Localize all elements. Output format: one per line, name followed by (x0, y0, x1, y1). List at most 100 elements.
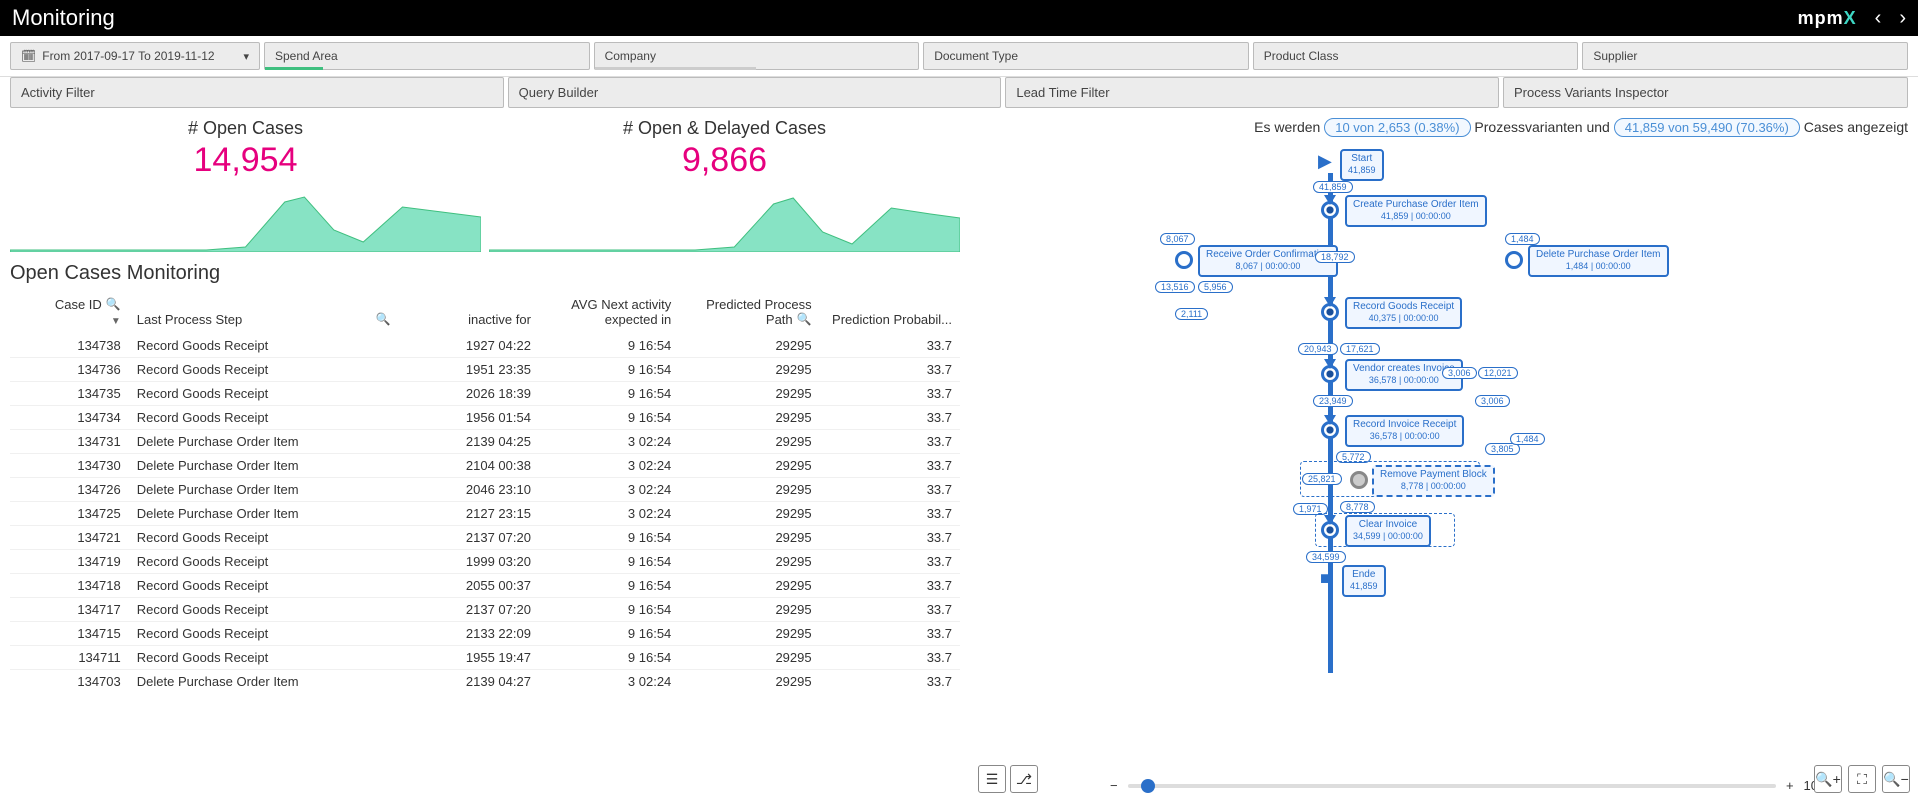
node-record-invoice[interactable]: Record Invoice Receipt 36,578 | 00:00:00 (1345, 415, 1464, 447)
cell-inactive: 2055 00:37 (399, 574, 539, 598)
process-graph[interactable]: ▶ Start41,859 41,859 Create Purchase Ord… (980, 143, 1908, 703)
table-row[interactable]: 134711 Record Goods Receipt 1955 19:47 9… (10, 646, 960, 670)
cell-step: Record Goods Receipt (129, 550, 399, 574)
graph-view-icon[interactable]: ⎇ (1010, 765, 1038, 793)
zoom-plus-icon[interactable]: + (1786, 778, 1794, 793)
product-class-filter[interactable]: Product Class (1253, 42, 1579, 70)
cell-inactive: 1955 19:47 (399, 646, 539, 670)
col-inactive[interactable]: inactive for (399, 291, 539, 334)
zoom-tools: 🔍+ ⛶ 🔍− (1814, 765, 1910, 793)
table-row[interactable]: 134735 Record Goods Receipt 2026 18:39 9… (10, 382, 960, 406)
activity-filter[interactable]: Activity Filter (10, 77, 504, 108)
search-icon[interactable]: 🔍 (797, 312, 812, 326)
edge-label: 5,956 (1198, 281, 1233, 293)
edge-label: 13,516 (1155, 281, 1195, 293)
variants-pill[interactable]: 10 von 2,653 (0.38%) (1324, 118, 1470, 137)
cell-avg: 9 16:54 (539, 550, 679, 574)
search-icon[interactable]: 🔍 (106, 297, 121, 311)
spend-area-filter[interactable]: Spend Area (264, 42, 590, 70)
query-builder[interactable]: Query Builder (508, 77, 1002, 108)
table-row[interactable]: 134730 Delete Purchase Order Item 2104 0… (10, 454, 960, 478)
table-row[interactable]: 134734 Record Goods Receipt 1956 01:54 9… (10, 406, 960, 430)
col-last-step[interactable]: Last Process Step🔍 (129, 291, 399, 334)
cell-step: Record Goods Receipt (129, 646, 399, 670)
edge-label: 23,949 (1313, 395, 1353, 407)
col-pred-prob[interactable]: Prediction Probabil... (820, 291, 960, 334)
nav-next-icon[interactable]: › (1899, 7, 1906, 30)
node-remove-block[interactable]: Remove Payment Block 8,778 | 00:00:00 (1372, 465, 1495, 497)
table-row[interactable]: 134726 Delete Purchase Order Item 2046 2… (10, 478, 960, 502)
cases-table: Case ID🔍▼ Last Process Step🔍 inactive fo… (10, 291, 960, 797)
company-filter[interactable]: Company (594, 42, 920, 70)
lead-time-filter[interactable]: Lead Time Filter (1005, 77, 1499, 108)
sort-desc-icon[interactable]: ▼ (111, 316, 121, 327)
table-row[interactable]: 134731 Delete Purchase Order Item 2139 0… (10, 430, 960, 454)
edge-label: 1,484 (1505, 233, 1540, 245)
zoom-slider[interactable]: − + 10 (1110, 778, 1818, 793)
sparkline-open (10, 182, 481, 252)
cell-inactive: 1999 03:20 (399, 550, 539, 574)
node-record-goods[interactable]: Record Goods Receipt 40,375 | 00:00:00 (1345, 297, 1462, 329)
cases-pill[interactable]: 41,859 von 59,490 (70.36%) (1614, 118, 1800, 137)
cell-avg: 3 02:24 (539, 430, 679, 454)
fullscreen-icon[interactable]: ⛶ (1848, 765, 1876, 793)
cell-path: 29295 (679, 526, 819, 550)
table-row[interactable]: 134725 Delete Purchase Order Item 2127 2… (10, 502, 960, 526)
search-icon[interactable]: 🔍 (376, 312, 391, 326)
node-circle[interactable] (1175, 251, 1193, 269)
zoom-in-icon[interactable]: 🔍+ (1814, 765, 1842, 793)
document-type-filter[interactable]: Document Type (923, 42, 1249, 70)
cell-step: Delete Purchase Order Item (129, 670, 399, 694)
main-content: # Open Cases 14,954 # Open & Delayed Cas… (0, 114, 1918, 801)
cell-path: 29295 (679, 502, 819, 526)
cell-avg: 9 16:54 (539, 622, 679, 646)
cell-path: 29295 (679, 646, 819, 670)
table-row[interactable]: 134717 Record Goods Receipt 2137 07:20 9… (10, 598, 960, 622)
cell-path: 29295 (679, 358, 819, 382)
col-avg-next[interactable]: AVG Next activity expected in (539, 291, 679, 334)
node-create-po[interactable]: Create Purchase Order Item 41,859 | 00:0… (1345, 195, 1487, 227)
cell-prob: 33.7 (820, 622, 960, 646)
cell-path: 29295 (679, 382, 819, 406)
cell-step: Record Goods Receipt (129, 622, 399, 646)
table-row[interactable]: 134721 Record Goods Receipt 2137 07:20 9… (10, 526, 960, 550)
cell-prob: 33.7 (820, 430, 960, 454)
table-row[interactable]: 134703 Delete Purchase Order Item 2139 0… (10, 670, 960, 694)
node-circle[interactable] (1505, 251, 1523, 269)
table-row[interactable]: 134738 Record Goods Receipt 1927 04:22 9… (10, 334, 960, 358)
col-predicted-path[interactable]: Predicted Process Path🔍 (679, 291, 819, 334)
node-end[interactable]: Ende41,859 (1342, 565, 1386, 597)
node-clear-invoice[interactable]: Clear Invoice 34,599 | 00:00:00 (1345, 515, 1431, 547)
node-delete-po[interactable]: Delete Purchase Order Item 1,484 | 00:00… (1528, 245, 1669, 277)
table-row[interactable]: 134719 Record Goods Receipt 1999 03:20 9… (10, 550, 960, 574)
cell-prob: 33.7 (820, 358, 960, 382)
cell-case-id: 134735 (10, 382, 129, 406)
table-row[interactable]: 134718 Record Goods Receipt 2055 00:37 9… (10, 574, 960, 598)
cell-step: Delete Purchase Order Item (129, 478, 399, 502)
process-variants-inspector[interactable]: Process Variants Inspector (1503, 77, 1908, 108)
nav-prev-icon[interactable]: ‹ (1875, 7, 1882, 30)
cell-prob: 33.7 (820, 478, 960, 502)
table-row[interactable]: 134715 Record Goods Receipt 2133 22:09 9… (10, 622, 960, 646)
col-case-id[interactable]: Case ID🔍▼ (10, 291, 129, 334)
cell-inactive: 2104 00:38 (399, 454, 539, 478)
cell-case-id: 134726 (10, 478, 129, 502)
list-view-icon[interactable]: ☰ (978, 765, 1006, 793)
sparkline-row (10, 182, 960, 252)
date-filter[interactable]: 🗓 From 2017-09-17 To 2019-11-12 (10, 42, 260, 70)
zoom-minus-icon[interactable]: − (1110, 778, 1118, 793)
zoom-thumb[interactable] (1141, 779, 1155, 793)
node-circle[interactable] (1350, 471, 1368, 489)
cell-step: Record Goods Receipt (129, 406, 399, 430)
calendar-icon: 🗓 (21, 49, 36, 63)
cell-step: Record Goods Receipt (129, 334, 399, 358)
cell-path: 29295 (679, 478, 819, 502)
zoom-out-icon[interactable]: 🔍− (1882, 765, 1910, 793)
date-filter-label: From 2017-09-17 To 2019-11-12 (42, 49, 214, 63)
table-header-row: Case ID🔍▼ Last Process Step🔍 inactive fo… (10, 291, 960, 334)
table-row[interactable]: 134736 Record Goods Receipt 1951 23:35 9… (10, 358, 960, 382)
cell-avg: 9 16:54 (539, 526, 679, 550)
supplier-filter[interactable]: Supplier (1582, 42, 1908, 70)
node-start[interactable]: Start41,859 (1340, 149, 1384, 181)
start-icon: ▶ (1318, 151, 1332, 172)
